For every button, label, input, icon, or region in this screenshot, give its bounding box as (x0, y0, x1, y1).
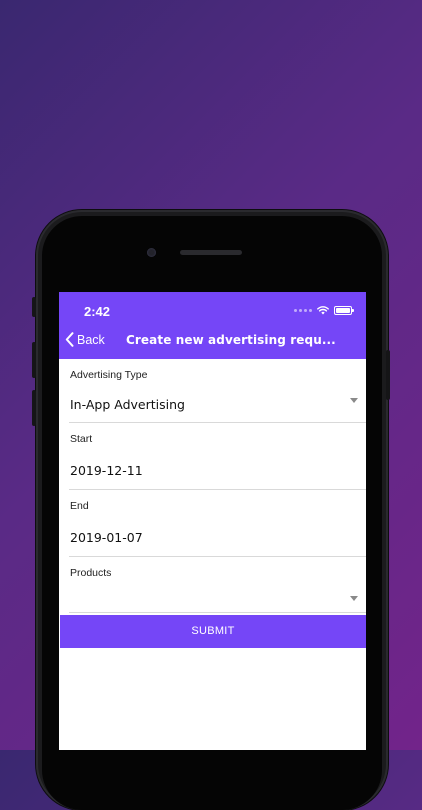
app-screen: 2:42 Back Create new advertising requ...… (59, 292, 366, 750)
chevron-down-icon[interactable] (350, 398, 358, 403)
status-icons (294, 306, 354, 315)
signal-dots-icon (294, 309, 312, 312)
divider (69, 556, 366, 557)
chevron-left-icon (65, 332, 74, 347)
page-title: Create new advertising requ... (126, 333, 336, 347)
status-time: 2:42 (84, 304, 111, 319)
battery-icon (334, 306, 354, 315)
end-label: End (70, 500, 89, 512)
divider (69, 489, 366, 490)
phone-side-button-left-3 (32, 390, 36, 426)
app-bar: 2:42 Back Create new advertising requ... (59, 292, 366, 359)
advertising-type-select[interactable]: In-App Advertising (70, 397, 185, 412)
back-button[interactable]: Back (65, 332, 105, 347)
back-label: Back (77, 332, 105, 347)
start-label: Start (70, 433, 93, 445)
end-date-field[interactable]: 2019-01-07 (70, 530, 143, 545)
phone-side-button-left-1 (32, 297, 36, 317)
speaker-grille (180, 250, 242, 255)
divider (69, 612, 366, 613)
wifi-icon (317, 306, 329, 315)
phone-side-button-right (386, 350, 390, 400)
products-select[interactable] (70, 590, 340, 606)
phone-side-button-left-2 (32, 342, 36, 378)
chevron-down-icon[interactable] (350, 596, 358, 601)
divider (69, 422, 366, 423)
advertising-type-label: Advertising Type (70, 369, 148, 381)
camera-icon (147, 248, 156, 257)
start-date-field[interactable]: 2019-12-11 (70, 463, 143, 478)
submit-button[interactable]: SUBMIT (60, 615, 366, 648)
products-label: Products (70, 567, 112, 579)
